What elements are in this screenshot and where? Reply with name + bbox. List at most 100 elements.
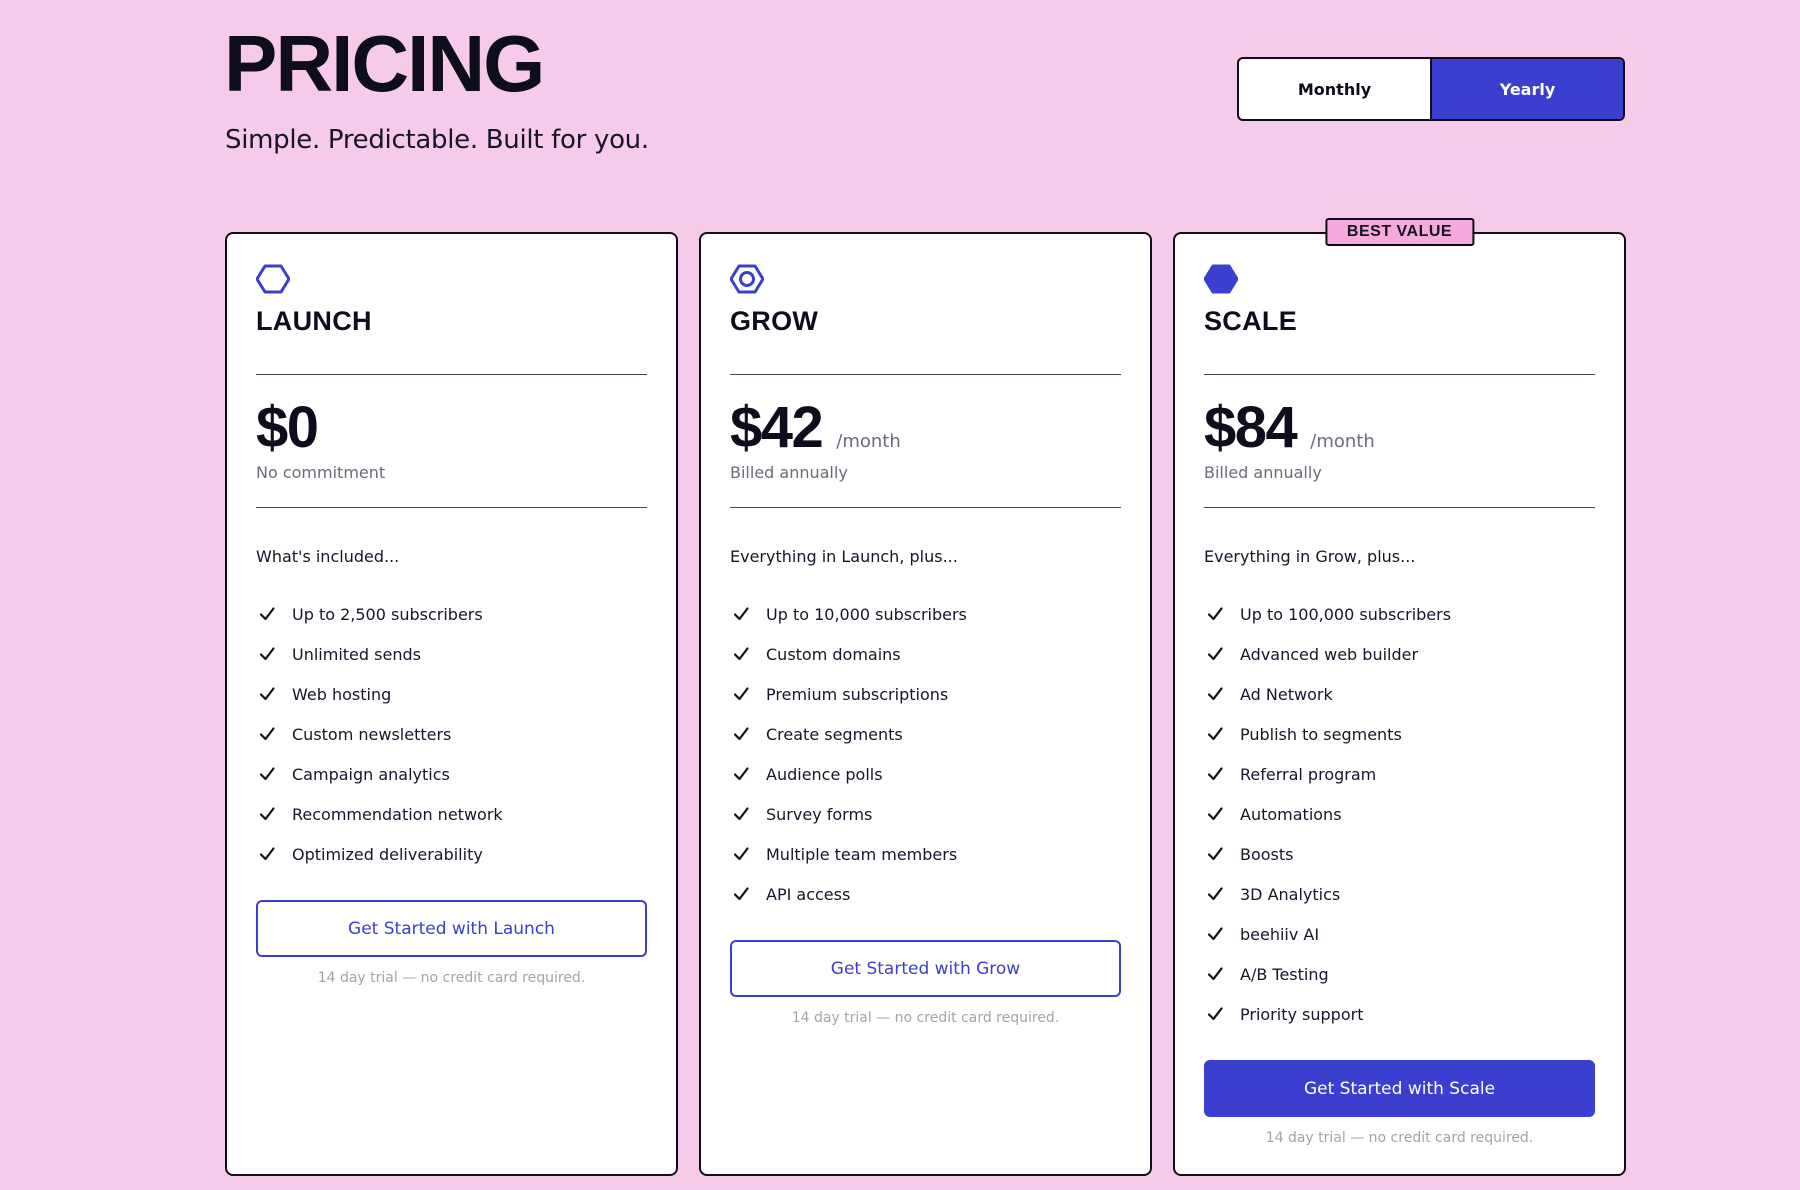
price-period: /month [836, 431, 901, 452]
trial-note: 14 day trial — no credit card required. [1265, 1130, 1534, 1146]
feature-label: Audience polls [766, 764, 883, 784]
hexagon-ring-icon [730, 264, 764, 294]
feature-label: Optimized deliverability [292, 844, 483, 864]
feature-item: Recommendation network [256, 794, 647, 834]
divider [1204, 507, 1595, 508]
billing-note: No commitment [256, 463, 386, 482]
checkmark-icon [1207, 967, 1223, 981]
feature-label: Campaign analytics [292, 764, 450, 784]
plan-name: SCALE [1204, 306, 1298, 336]
billing-period-toggle: Monthly Yearly [1237, 57, 1625, 121]
feature-item: Referral program [1204, 754, 1595, 794]
checkmark-icon [733, 767, 749, 781]
price-row: $0 [256, 394, 319, 461]
feature-label: Custom domains [766, 644, 901, 664]
trial-note: 14 day trial — no credit card required. [317, 970, 586, 986]
feature-label: Premium subscriptions [766, 684, 949, 704]
feature-item: Web hosting [256, 674, 647, 714]
get-started-grow-button[interactable]: Get Started with Grow [730, 940, 1121, 997]
feature-label: Referral program [1240, 764, 1377, 784]
feature-item: beehiiv AI [1204, 914, 1595, 954]
hexagon-outline-icon [256, 264, 290, 294]
price-row: $42 /month [730, 394, 901, 461]
feature-item: Multiple team members [730, 834, 1121, 874]
checkmark-icon [1207, 847, 1223, 861]
feature-item: Survey forms [730, 794, 1121, 834]
checkmark-icon [259, 607, 275, 621]
plan-name: GROW [730, 306, 819, 336]
checkmark-icon [259, 807, 275, 821]
plan-card-scale: BEST VALUE SCALE $84 /month Billed annua… [1173, 218, 1626, 1176]
plan-card-grow: GROW $42 /month Billed annually Everythi… [699, 232, 1152, 1176]
feature-label: API access [766, 884, 851, 904]
checkmark-icon [733, 887, 749, 901]
feature-label: Unlimited sends [292, 644, 421, 664]
checkmark-icon [259, 847, 275, 861]
feature-label: Multiple team members [766, 844, 958, 864]
divider [730, 374, 1121, 375]
feature-item: Campaign analytics [256, 754, 647, 794]
feature-label: Custom newsletters [292, 724, 452, 744]
feature-item: Up to 2,500 subscribers [256, 594, 647, 634]
checkmark-icon [259, 687, 275, 701]
feature-item: A/B Testing [1204, 954, 1595, 994]
checkmark-icon [259, 767, 275, 781]
feature-label: Up to 10,000 subscribers [766, 604, 967, 624]
feature-label: Advanced web builder [1240, 644, 1419, 664]
feature-label: Web hosting [292, 684, 392, 704]
feature-item: 3D Analytics [1204, 874, 1595, 914]
feature-label: Recommendation network [292, 804, 503, 824]
plan-price: $0 [256, 395, 319, 460]
divider [256, 507, 647, 508]
feature-item: Unlimited sends [256, 634, 647, 674]
feature-item: Custom newsletters [256, 714, 647, 754]
page-title: PRICING [224, 19, 545, 108]
checkmark-icon [1207, 727, 1223, 741]
feature-label: Survey forms [766, 804, 873, 824]
checkmark-icon [259, 727, 275, 741]
checkmark-icon [733, 807, 749, 821]
feature-label: Up to 100,000 subscribers [1240, 604, 1452, 624]
checkmark-icon [1207, 647, 1223, 661]
feature-item: Premium subscriptions [730, 674, 1121, 714]
feature-label: 3D Analytics [1240, 884, 1341, 904]
feature-label: Ad Network [1240, 684, 1333, 704]
toggle-yearly[interactable]: Yearly [1430, 59, 1623, 119]
checkmark-icon [733, 607, 749, 621]
feature-list: Up to 100,000 subscribers Advanced web b… [1204, 594, 1595, 1034]
feature-item: Ad Network [1204, 674, 1595, 714]
features-intro: What's included... [256, 547, 400, 566]
checkmark-icon [733, 727, 749, 741]
price-period: /month [1310, 431, 1375, 452]
trial-note: 14 day trial — no credit card required. [791, 1010, 1060, 1026]
hexagon-filled-icon [1204, 264, 1238, 294]
feature-list: Up to 10,000 subscribers Custom domains … [730, 594, 1121, 914]
feature-item: Create segments [730, 714, 1121, 754]
divider [730, 507, 1121, 508]
checkmark-icon [1207, 607, 1223, 621]
feature-item: Custom domains [730, 634, 1121, 674]
plan-price: $42 [730, 395, 824, 460]
feature-item: Optimized deliverability [256, 834, 647, 874]
plan-price: $84 [1204, 395, 1298, 460]
feature-item: Publish to segments [1204, 714, 1595, 754]
feature-label: beehiiv AI [1240, 924, 1320, 944]
plan-card-launch: LAUNCH $0 No commitment What's included.… [225, 232, 678, 1176]
feature-item: Up to 10,000 subscribers [730, 594, 1121, 634]
checkmark-icon [1207, 807, 1223, 821]
checkmark-icon [1207, 767, 1223, 781]
price-row: $84 /month [1204, 394, 1375, 461]
get-started-scale-button[interactable]: Get Started with Scale [1204, 1060, 1595, 1117]
page-subtitle: Simple. Predictable. Built for you. [225, 125, 649, 155]
feature-label: A/B Testing [1240, 964, 1329, 984]
feature-item: Automations [1204, 794, 1595, 834]
divider [256, 374, 647, 375]
feature-label: Priority support [1240, 1004, 1364, 1024]
checkmark-icon [259, 647, 275, 661]
feature-label: Publish to segments [1240, 724, 1402, 744]
get-started-launch-button[interactable]: Get Started with Launch [256, 900, 647, 957]
feature-list: Up to 2,500 subscribers Unlimited sends … [256, 594, 647, 874]
billing-note: Billed annually [1204, 463, 1322, 482]
toggle-monthly[interactable]: Monthly [1239, 59, 1430, 119]
features-intro: Everything in Launch, plus... [730, 547, 958, 566]
